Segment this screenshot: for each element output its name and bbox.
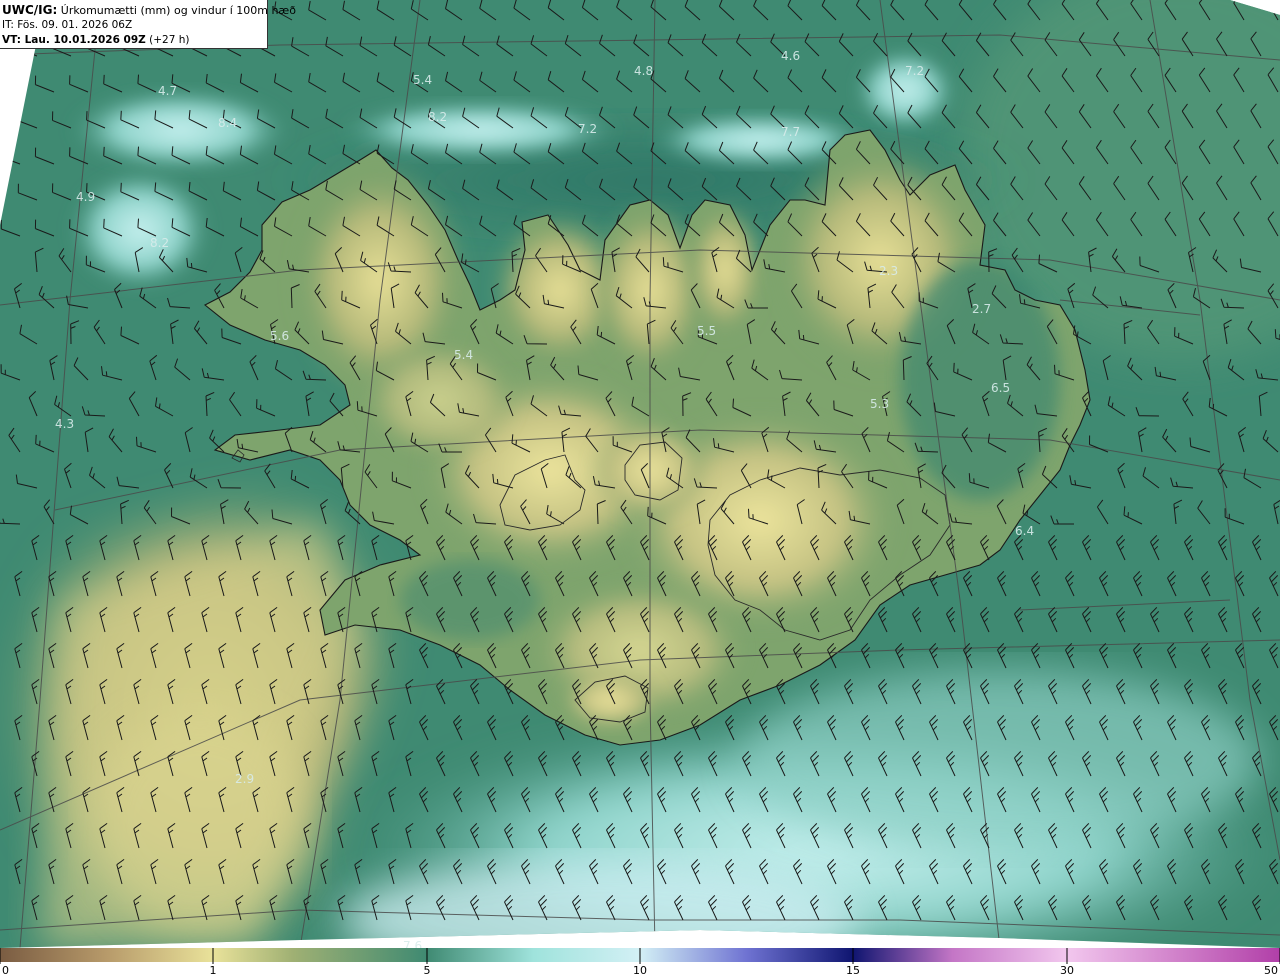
valid-time: VT: Lau. 10.01.2026 09Z: [2, 34, 146, 46]
precip-label: 5.4: [454, 348, 473, 362]
precip-label: 4.3: [55, 417, 74, 431]
product-title: Úrkomumætti (mm) og vindur í 100m hæð: [60, 4, 296, 17]
product-code: UWC/IG:: [2, 3, 58, 17]
precip-label: 5.5: [697, 324, 716, 338]
precip-label: 2.7: [972, 302, 991, 316]
precip-label: 4.7: [158, 84, 177, 98]
precip-label: 2.3: [879, 264, 898, 278]
precip-label: 7.2: [578, 122, 597, 136]
colorbar-tick-label: 10: [633, 964, 647, 977]
precip-label: 2.9: [235, 772, 254, 786]
precip-label: 7.7: [781, 125, 800, 139]
colorbar-tick-label: 15: [846, 964, 860, 977]
weather-map: 4.7 8.4 5.4 8.2 4.8 7.2 4.6 7.2 7.7 4.9 …: [0, 0, 1280, 978]
precip-label: 8.2: [150, 236, 169, 250]
colorbar: 0 1 5 10 15 30 50: [0, 948, 1280, 978]
valid-time-row: VT: Lau. 10.01.2026 09Z (+27 h): [2, 33, 267, 48]
precip-label: 4.6: [781, 49, 800, 63]
precip-label: 7.2: [905, 64, 924, 78]
precip-label: 5.6: [270, 329, 289, 343]
issue-time: IT: Fös. 09. 01. 2026 06Z: [2, 19, 133, 31]
header-title-row: UWC/IG: Úrkomumætti (mm) og vindur í 100…: [2, 3, 296, 18]
map-canvas: 4.7 8.4 5.4 8.2 4.8 7.2 4.6 7.2 7.7 4.9 …: [0, 0, 1280, 948]
precip-label: 7.6: [403, 939, 422, 948]
precip-label: 8.2: [428, 110, 447, 124]
precip-label: 6.4: [1015, 524, 1034, 538]
colorbar-tick-label: 0: [2, 964, 9, 977]
precip-label: 6.5: [991, 381, 1010, 395]
precip-label: 5.3: [870, 397, 889, 411]
precip-label: 4.9: [76, 190, 95, 204]
precip-label: 5.4: [413, 73, 432, 87]
colorbar-tick-label: 50: [1264, 964, 1278, 977]
colorbar-tick-label: 1: [209, 964, 217, 977]
map-header: UWC/IG: Úrkomumætti (mm) og vindur í 100…: [0, 0, 296, 49]
precip-label: 4.8: [634, 64, 653, 78]
valid-offset: (+27 h): [149, 34, 190, 46]
precip-label: 8.4: [218, 116, 237, 130]
colorbar-tick-label: 30: [1060, 964, 1074, 977]
colorbar-tick-label: 5: [423, 964, 431, 977]
